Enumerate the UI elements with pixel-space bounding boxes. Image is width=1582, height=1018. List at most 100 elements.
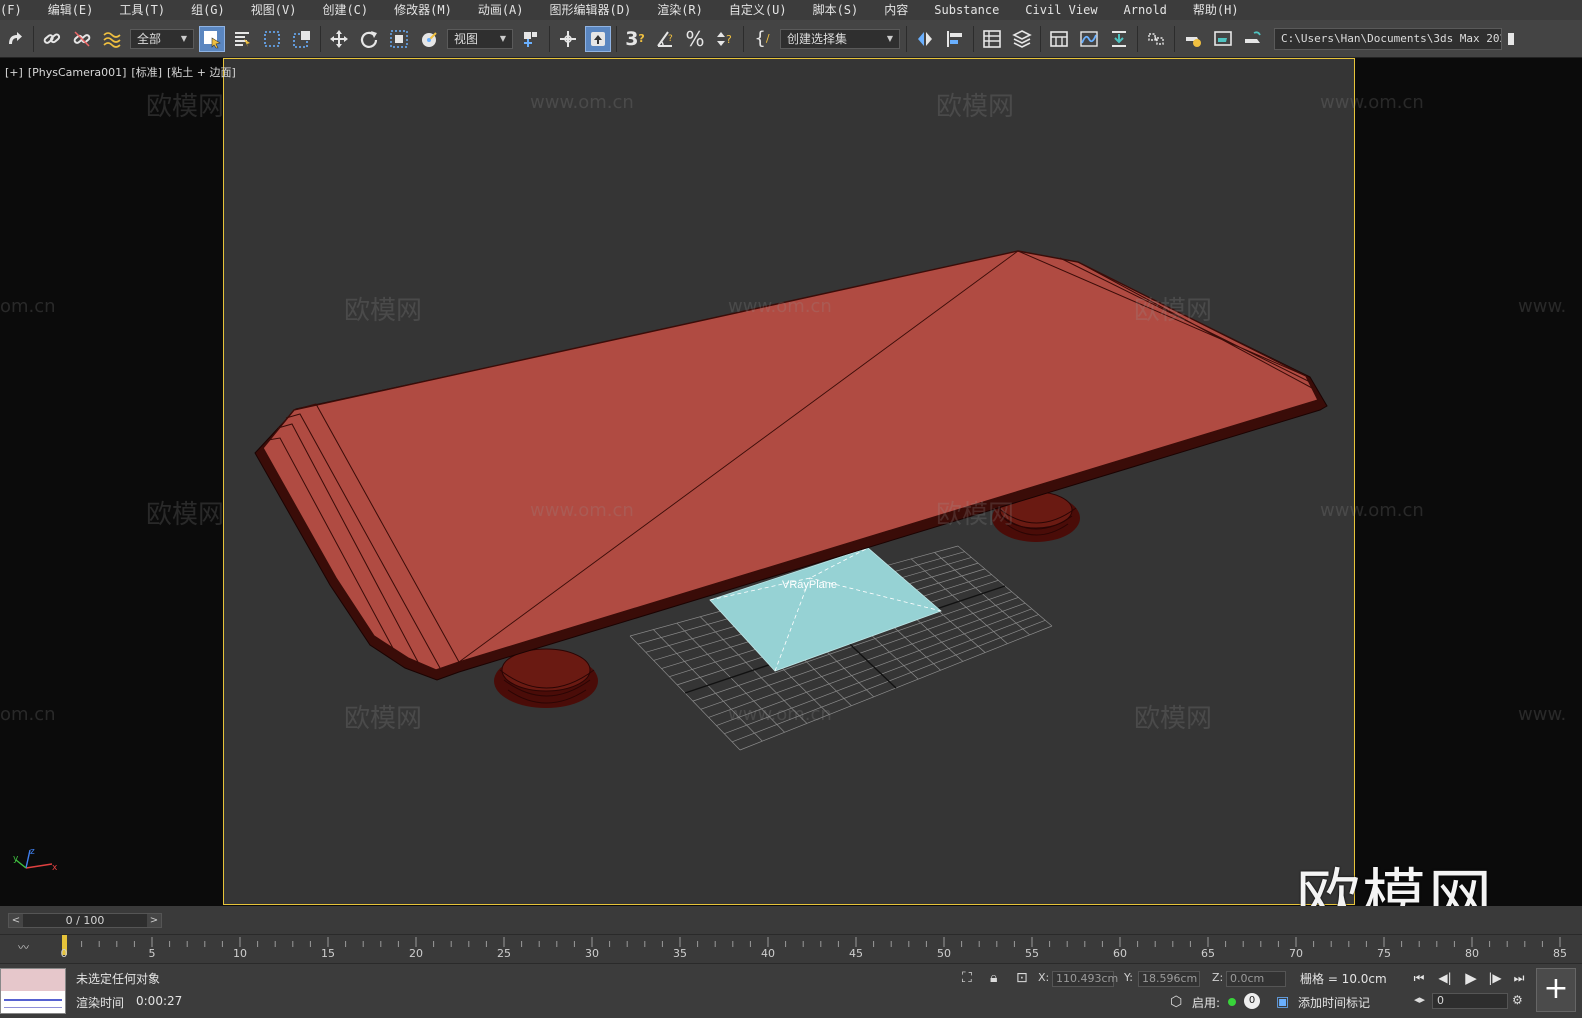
add-viewport-icon[interactable]: + [1536, 968, 1576, 1012]
layer-explorer-icon[interactable] [1009, 26, 1035, 52]
align-icon[interactable] [942, 26, 968, 52]
chevron-down-icon: ▼ [886, 34, 893, 43]
menu-item[interactable]: 脚本(S) [800, 0, 872, 20]
adaptive-degradation-icon[interactable]: ⬡ [1170, 994, 1182, 1010]
project-path-field[interactable]: C:\Users\Han\Documents\3ds Max 2022 [1274, 27, 1502, 50]
watermark-url: om.cn [0, 704, 56, 725]
chevron-left-icon[interactable]: < [9, 914, 23, 927]
rendered-frame-window-icon[interactable] [1210, 26, 1236, 52]
menu-item[interactable]: Civil View [1012, 0, 1110, 20]
time-tag-icon[interactable]: ▣ [1276, 994, 1289, 1010]
selection-filter-dropdown[interactable]: 全部 ▼ [130, 28, 194, 49]
menu-item[interactable]: Substance [921, 0, 1012, 20]
select-manipulate-icon[interactable] [555, 26, 581, 52]
redo-icon[interactable] [2, 26, 28, 52]
menu-item[interactable]: 创建(C) [309, 0, 381, 20]
select-by-name-icon[interactable] [229, 26, 255, 52]
enable-count-badge[interactable]: 0 [1244, 993, 1260, 1009]
watermark-url: www.om.cn [1320, 92, 1424, 113]
render-production-icon[interactable] [1240, 26, 1266, 52]
menu-item[interactable]: 组(G) [178, 0, 238, 20]
watermark: 欧模网 [936, 92, 1015, 122]
keyboard-shortcut-override-icon[interactable] [585, 25, 611, 52]
snap-3d-icon[interactable]: 3? [622, 26, 648, 52]
mirror-icon[interactable] [912, 26, 938, 52]
play-icon[interactable]: ▶ [1462, 968, 1480, 988]
add-time-tag[interactable]: 添加时间标记 [1298, 994, 1370, 1011]
toolbar-separator [549, 25, 550, 52]
rotate-icon[interactable] [356, 26, 382, 52]
table-leg-left[interactable] [494, 648, 598, 708]
isolate-selection-icon[interactable]: ⛶ [962, 970, 972, 986]
menu-item[interactable]: 视图(V) [238, 0, 310, 20]
track-tick-label: 30 [585, 947, 599, 960]
watermark-url: www. [1518, 704, 1567, 725]
go-to-start-icon[interactable]: ⏮ [1410, 968, 1428, 988]
spinner-snap-icon[interactable]: ? [712, 26, 738, 52]
viewport-standard-label[interactable]: [标准] [131, 66, 162, 79]
key-mode-icon[interactable]: ◂▸ [1414, 993, 1425, 1006]
placement-icon[interactable] [416, 26, 442, 52]
time-configuration-icon[interactable]: ⚙ [1512, 993, 1523, 1007]
menu-item[interactable]: 内容 [871, 0, 921, 20]
track-bar[interactable]: 〰 0 5 10 15 20 25 30 35 40 45 50 55 60 65 70 75 80 85 [0, 934, 1582, 963]
menu-item[interactable]: 修改器(M) [381, 0, 465, 20]
viewport-label[interactable]: [+] [PhysCamera001] [标准] [粘土 + 边面] [5, 64, 241, 80]
rectangular-selection-icon[interactable] [259, 26, 285, 52]
track-ruler[interactable] [60, 935, 1570, 963]
chevron-down-icon: ▼ [499, 34, 506, 43]
material-editor-icon[interactable] [1143, 26, 1169, 52]
menu-item[interactable]: Arnold [1111, 0, 1180, 20]
menu-item[interactable]: (F) [0, 0, 35, 20]
ribbon-toggle-icon[interactable] [1046, 26, 1072, 52]
coord-y-field[interactable]: 18.596cm [1138, 971, 1200, 987]
chevron-right-icon[interactable]: > [146, 914, 161, 927]
scene-explorer-icon[interactable] [979, 26, 1005, 52]
menu-item[interactable]: 动画(A) [465, 0, 537, 20]
project-folder-icon[interactable] [1504, 26, 1518, 52]
maxscript-listener-mini[interactable] [0, 968, 66, 1014]
previous-frame-icon[interactable]: ◀︎| [1436, 968, 1454, 988]
window-crossing-icon[interactable] [289, 26, 315, 52]
pivot-center-icon[interactable] [518, 26, 544, 52]
link-icon[interactable] [39, 26, 65, 52]
move-icon[interactable] [326, 26, 352, 52]
curve-editor-mini-icon[interactable]: 〰 [18, 939, 29, 955]
track-tick-label: 70 [1289, 947, 1303, 960]
menu-item[interactable]: 工具(T) [106, 0, 178, 20]
time-slider[interactable]: < 0 / 100 > [8, 913, 162, 928]
menu-item[interactable]: 帮助(H) [1180, 0, 1252, 20]
toolbar-separator [1137, 25, 1138, 52]
viewport-camera-label[interactable]: [PhysCamera001] [28, 66, 127, 79]
menu-item[interactable]: 渲染(R) [644, 0, 716, 20]
menu-item[interactable]: 图形编辑器(D) [537, 0, 645, 20]
percent-snap-icon[interactable]: % [682, 26, 708, 52]
viewport-shading-label[interactable]: [粘土 + 边面] [167, 66, 236, 79]
unlink-icon[interactable] [69, 26, 95, 52]
edit-named-selection-icon[interactable]: {/ [749, 26, 775, 52]
named-selection-dropdown[interactable]: 创建选择集 ▼ [780, 28, 900, 49]
coord-z-field[interactable]: 0.0cm [1226, 971, 1286, 987]
schematic-view-icon[interactable] [1106, 26, 1132, 52]
menu-item[interactable]: 编辑(E) [35, 0, 107, 20]
select-object-icon[interactable] [199, 25, 225, 52]
perspective-viewport[interactable]: VRayPlane [+] [PhysCamera001] [标准] [粘土 + 边面… [0, 58, 1582, 906]
render-setup-icon[interactable] [1180, 26, 1206, 52]
reference-coordinate-dropdown[interactable]: 视图 ▼ [447, 28, 513, 49]
curve-editor-icon[interactable] [1076, 26, 1102, 52]
angle-snap-icon[interactable]: ? [652, 26, 678, 52]
current-frame-field[interactable]: 0 [1432, 993, 1508, 1009]
watermark-url: www.om.cn [728, 704, 832, 725]
lock-icon[interactable]: 🔒︎ [990, 970, 997, 986]
absolute-transform-icon[interactable]: ⊡ [1016, 970, 1028, 986]
viewport-menu-plus[interactable]: [+] [5, 66, 23, 79]
next-frame-icon[interactable]: |▶︎ [1486, 968, 1504, 988]
coord-x-field[interactable]: 110.493cm [1052, 971, 1118, 987]
bind-space-warp-icon[interactable] [99, 26, 125, 52]
axis-z-label: z [30, 847, 35, 857]
menu-item[interactable]: 自定义(U) [716, 0, 800, 20]
selection-filter-value: 全部 [137, 32, 162, 46]
go-to-end-icon[interactable]: ⏭ [1510, 968, 1528, 988]
scale-icon[interactable] [386, 26, 412, 52]
watermark: 欧模网 [146, 92, 225, 122]
